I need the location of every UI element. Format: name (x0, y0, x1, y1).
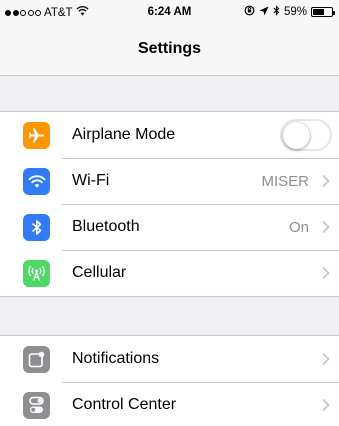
airplane-mode-label: Airplane Mode (72, 126, 176, 143)
wifi-icon (23, 168, 50, 195)
bluetooth-label: Bluetooth (72, 218, 140, 235)
settings-group-connectivity: Airplane Mode Wi-Fi MISER Bluetooth On C… (0, 111, 339, 297)
toggle-knob (283, 122, 310, 149)
chevron-right-icon (321, 352, 331, 366)
bluetooth-status-value: On (288, 219, 309, 236)
chevron-right-icon (321, 174, 331, 188)
battery-icon (311, 7, 335, 17)
notifications-row[interactable]: Notifications (0, 336, 339, 382)
airplane-mode-row[interactable]: Airplane Mode (0, 112, 339, 158)
airplane-mode-toggle[interactable] (280, 119, 332, 151)
status-right: 59% (244, 5, 335, 19)
chevron-right-icon (321, 266, 331, 280)
location-icon (259, 6, 269, 19)
settings-group-system: Notifications Control Center (0, 335, 339, 426)
bluetooth-row[interactable]: Bluetooth On (0, 204, 339, 250)
navigation-bar: AT&T 6:24 AM 59% Settings (0, 0, 339, 76)
bluetooth-status-icon (273, 5, 280, 19)
notifications-icon (23, 346, 50, 373)
wifi-network-value: MISER (261, 173, 309, 190)
wifi-row[interactable]: Wi-Fi MISER (0, 158, 339, 204)
notifications-label: Notifications (72, 350, 160, 367)
chevron-right-icon (321, 398, 331, 412)
page-title: Settings (137, 40, 202, 57)
wifi-label: Wi-Fi (72, 172, 110, 189)
status-bar: AT&T 6:24 AM 59% (0, 0, 339, 24)
cellular-label: Cellular (72, 264, 127, 281)
control-center-label: Control Center (72, 396, 177, 413)
rotation-lock-icon (244, 5, 255, 19)
cellular-row[interactable]: Cellular (0, 250, 339, 296)
control-center-icon (23, 392, 50, 419)
cellular-icon (23, 260, 50, 287)
bluetooth-icon (23, 214, 50, 241)
chevron-right-icon (321, 220, 331, 234)
battery-percent: 59% (283, 6, 307, 18)
airplane-icon (23, 122, 50, 149)
control-center-row[interactable]: Control Center (0, 382, 339, 426)
